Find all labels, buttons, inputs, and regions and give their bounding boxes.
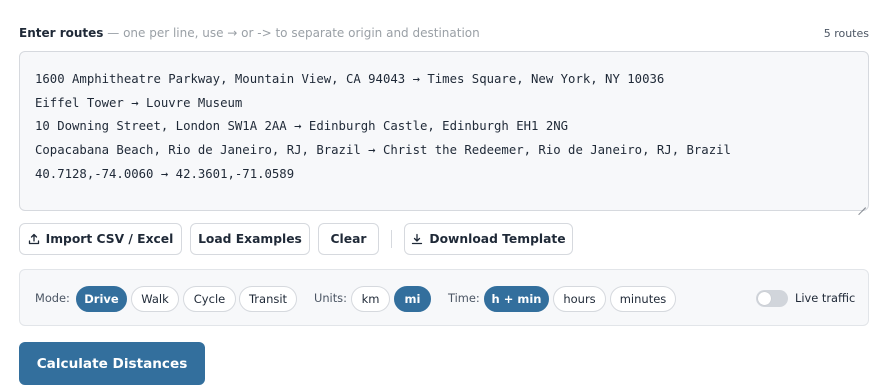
units-km-chip[interactable]: km [351, 286, 390, 312]
time-hours-chip[interactable]: hours [553, 286, 606, 312]
resize-grip-icon[interactable] [858, 200, 866, 208]
routes-label-hint: — one per line, use → or -> to separate … [103, 26, 480, 40]
load-examples-button[interactable]: Load Examples [190, 223, 310, 255]
routes-textarea[interactable]: 1600 Amphitheatre Parkway, Mountain View… [19, 51, 869, 211]
import-csv-button[interactable]: Import CSV / Excel [19, 223, 182, 255]
mode-label: Mode: [35, 291, 70, 305]
clear-button[interactable]: Clear [318, 223, 379, 255]
units-mi-chip[interactable]: mi [394, 286, 431, 312]
route-line: 40.7128,-74.0060 → 42.3601,-71.0589 [35, 166, 295, 181]
upload-icon [28, 233, 39, 245]
import-csv-label: Import CSV / Excel [45, 232, 174, 246]
route-line: 1600 Amphitheatre Parkway, Mountain View… [35, 72, 665, 86]
mode-transit-chip[interactable]: Transit [239, 286, 297, 312]
time-hmin-chip[interactable]: h + min [484, 286, 549, 312]
route-line: 10 Downing Street, London SW1A 2AA → Edi… [35, 119, 569, 134]
live-traffic-toggle[interactable] [756, 290, 788, 307]
mode-drive-chip[interactable]: Drive [76, 286, 127, 312]
divider [391, 230, 392, 248]
options-panel: Mode: Drive Walk Cycle Transit Units: km… [19, 269, 869, 326]
units-label: Units: [314, 291, 347, 305]
calculate-distances-button[interactable]: Calculate Distances [19, 342, 205, 385]
routes-label-row: Enter routes — one per line, use → or ->… [19, 24, 869, 42]
clear-label: Clear [330, 232, 367, 246]
live-traffic-label: Live traffic [795, 291, 856, 305]
download-icon [412, 233, 423, 245]
time-label: Time: [448, 291, 480, 305]
route-line: Eiffel Tower → Louvre Museum [35, 95, 243, 110]
routes-label-title: Enter routes [19, 26, 104, 40]
mode-cycle-chip[interactable]: Cycle [183, 286, 236, 312]
mode-walk-chip[interactable]: Walk [131, 286, 179, 312]
toggle-knob [758, 292, 771, 305]
load-examples-label: Load Examples [198, 232, 302, 246]
routes-label: Enter routes — one per line, use → or ->… [19, 26, 480, 40]
route-count: 5 routes [823, 26, 869, 40]
route-line: Copacabana Beach, Rio de Janeiro, RJ, Br… [35, 143, 731, 158]
time-minutes-chip[interactable]: minutes [610, 286, 676, 312]
download-template-button[interactable]: Download Template [404, 223, 573, 255]
download-template-label: Download Template [429, 232, 566, 246]
